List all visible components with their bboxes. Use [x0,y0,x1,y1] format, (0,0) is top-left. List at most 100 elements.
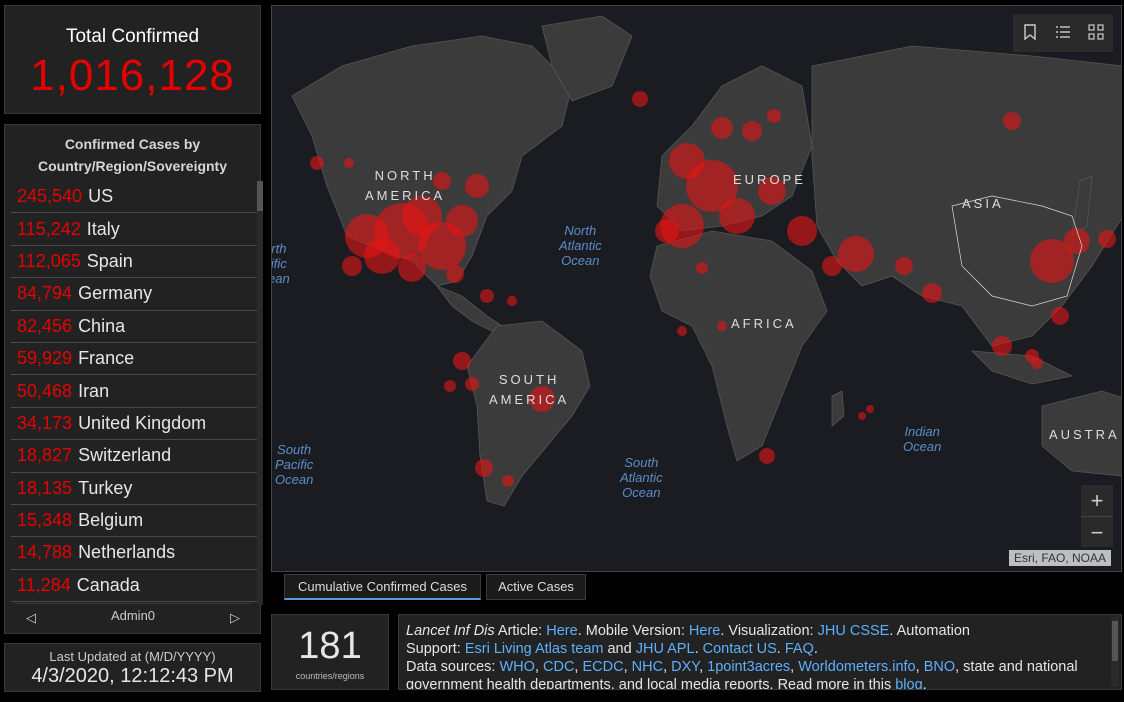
mobile-here-link[interactable]: Here [689,623,720,639]
data-source-link[interactable]: CDC [543,659,574,675]
info-text: Lancet Inf Dis Article: Here. Mobile Ver… [406,622,1113,689]
map-canvas[interactable] [272,6,1122,572]
label-indian-ocean: Indian Ocean [903,424,942,454]
label-africa: AFRICA [731,316,797,331]
country-count: 18,135 [17,477,73,498]
country-row[interactable]: 84,794 Germany [11,278,257,311]
data-source-link[interactable]: NHC [632,659,663,675]
country-count: 245,540 [17,186,83,207]
last-updated-value: 4/3/2020, 12:12:43 PM [31,665,234,687]
data-source-link[interactable]: WHO [500,659,535,675]
data-source-link[interactable]: Worldometers.info [798,659,915,675]
label-south-pacific: South Pacific Ocean [275,442,314,487]
total-confirmed-value: 1,016,128 [30,51,235,100]
bookmark-icon[interactable] [1021,24,1039,42]
africa-land [649,230,828,462]
country-name: Netherlands [78,542,176,563]
info-panel: Lancet Inf Dis Article: Here. Mobile Ver… [398,614,1122,690]
esri-team-link[interactable]: Esri Living Atlas team [465,641,604,657]
country-row[interactable]: 15,348 Belgium [11,505,257,538]
zoom-in-button[interactable]: + [1081,485,1113,516]
scrollbar-thumb[interactable] [257,181,263,211]
country-name: Belgium [78,510,144,531]
label-south-atlantic: South Atlantic Ocean [620,455,663,500]
south-america-land [466,320,591,507]
madagascar-land [831,390,845,427]
country-count: 84,794 [17,283,73,304]
country-row[interactable]: 245,540 US [11,181,257,214]
label-asia: ASIA [962,196,1004,211]
label-europe: EUROPE [733,172,806,187]
country-row[interactable]: 18,827 Switzerland [11,440,257,473]
country-name: China [78,315,126,336]
world-map[interactable]: NORTH AMERICA SOUTH AMERICA EUROPE ASIA … [271,5,1122,572]
country-name: Turkey [78,477,133,498]
country-row[interactable]: 112,065 Spain [11,246,257,279]
last-updated-label: Last Updated at (M/D/YYYY) [49,649,216,664]
article-here-link[interactable]: Here [546,623,577,639]
country-name: Italy [86,218,120,239]
label-australia: AUSTRA [1049,427,1120,442]
data-source-link[interactable]: DXY [671,659,699,675]
country-name: Canada [76,574,140,595]
country-name: Spain [86,250,133,271]
label-north-pacific: rth ific ean [271,241,290,286]
data-sources-list: WHO, CDC, ECDC, NHC, DXY, 1point3acres, … [499,659,956,675]
total-confirmed-label: Total Confirmed [65,26,200,47]
indonesia-land [970,350,1074,385]
countries-count-value: 181 [298,625,362,667]
pager-next-icon[interactable]: ▷ [227,610,243,626]
country-row[interactable]: 115,242 Italy [11,213,257,246]
label-south-america: SOUTH AMERICA [489,372,570,407]
country-name: United Kingdom [78,412,207,433]
country-count: 50,468 [17,380,73,401]
country-count: 115,242 [17,218,81,239]
qr-code-icon[interactable] [1087,24,1105,42]
country-list-header: Confirmed Cases by Country/Region/Sovere… [37,136,228,174]
contact-link[interactable]: Contact US [703,641,777,657]
country-row[interactable]: 82,456 China [11,311,257,343]
info-scrollbar-thumb[interactable] [1112,621,1118,661]
country-count: 11,284 [17,574,71,595]
zoom-out-button[interactable]: − [1081,516,1113,547]
country-count: 15,348 [17,510,73,531]
map-attribution: Esri, FAO, NOAA [1008,550,1111,566]
faq-link[interactable]: FAQ [785,641,814,657]
last-updated-panel: Last Updated at (M/D/YYYY) 4/3/2020, 12:… [4,643,261,692]
country-name: Iran [78,380,110,401]
country-count: 112,065 [17,250,81,271]
country-count: 18,827 [17,445,73,466]
data-source-link[interactable]: ECDC [582,659,623,675]
data-source-link[interactable]: BNO [924,659,955,675]
country-count: 14,788 [17,542,73,563]
pager-prev-icon[interactable]: ◁ [23,610,39,626]
country-name: Switzerland [78,445,172,466]
tab-active-cases[interactable]: Active Cases [486,574,586,600]
info-scrollbar[interactable] [1111,617,1119,687]
countries-count-label: countries/regions [295,671,365,681]
country-row[interactable]: 14,788 Netherlands [11,537,257,570]
tab-cumulative-confirmed[interactable]: Cumulative Confirmed Cases [284,574,481,600]
country-list[interactable]: 245,540 US 115,242 Italy 112,065 Spain 84,794 G… [11,181,257,605]
map-toolbar [1013,14,1113,52]
label-north-america-1: NORTH AMERICA [365,168,446,203]
blog-link[interactable]: blog [895,677,922,689]
country-row[interactable]: 59,929 France [11,343,257,376]
legend-list-icon[interactable] [1054,24,1072,42]
country-name: Germany [78,283,153,304]
pager-label[interactable]: Admin0 [55,608,211,623]
total-confirmed-panel: Total Confirmed 1,016,128 [4,5,261,114]
zoom-controls: + − [1081,485,1113,547]
country-row[interactable]: 34,173 United Kingdom [11,408,257,441]
country-list-scrollbar[interactable] [257,181,263,605]
country-row[interactable]: 18,135 Turkey [11,473,257,505]
country-name: US [88,186,114,207]
country-row[interactable]: 11,284 Canada [11,570,257,603]
country-row[interactable]: 50,468 Iran [11,375,257,408]
jhu-apl-link[interactable]: JHU APL [636,641,695,657]
country-name: France [78,348,135,369]
country-count: 59,929 [17,348,73,369]
jhu-csse-link[interactable]: JHU CSSE [818,623,890,639]
country-count: 34,173 [17,412,73,433]
data-source-link[interactable]: 1point3acres [707,659,790,675]
